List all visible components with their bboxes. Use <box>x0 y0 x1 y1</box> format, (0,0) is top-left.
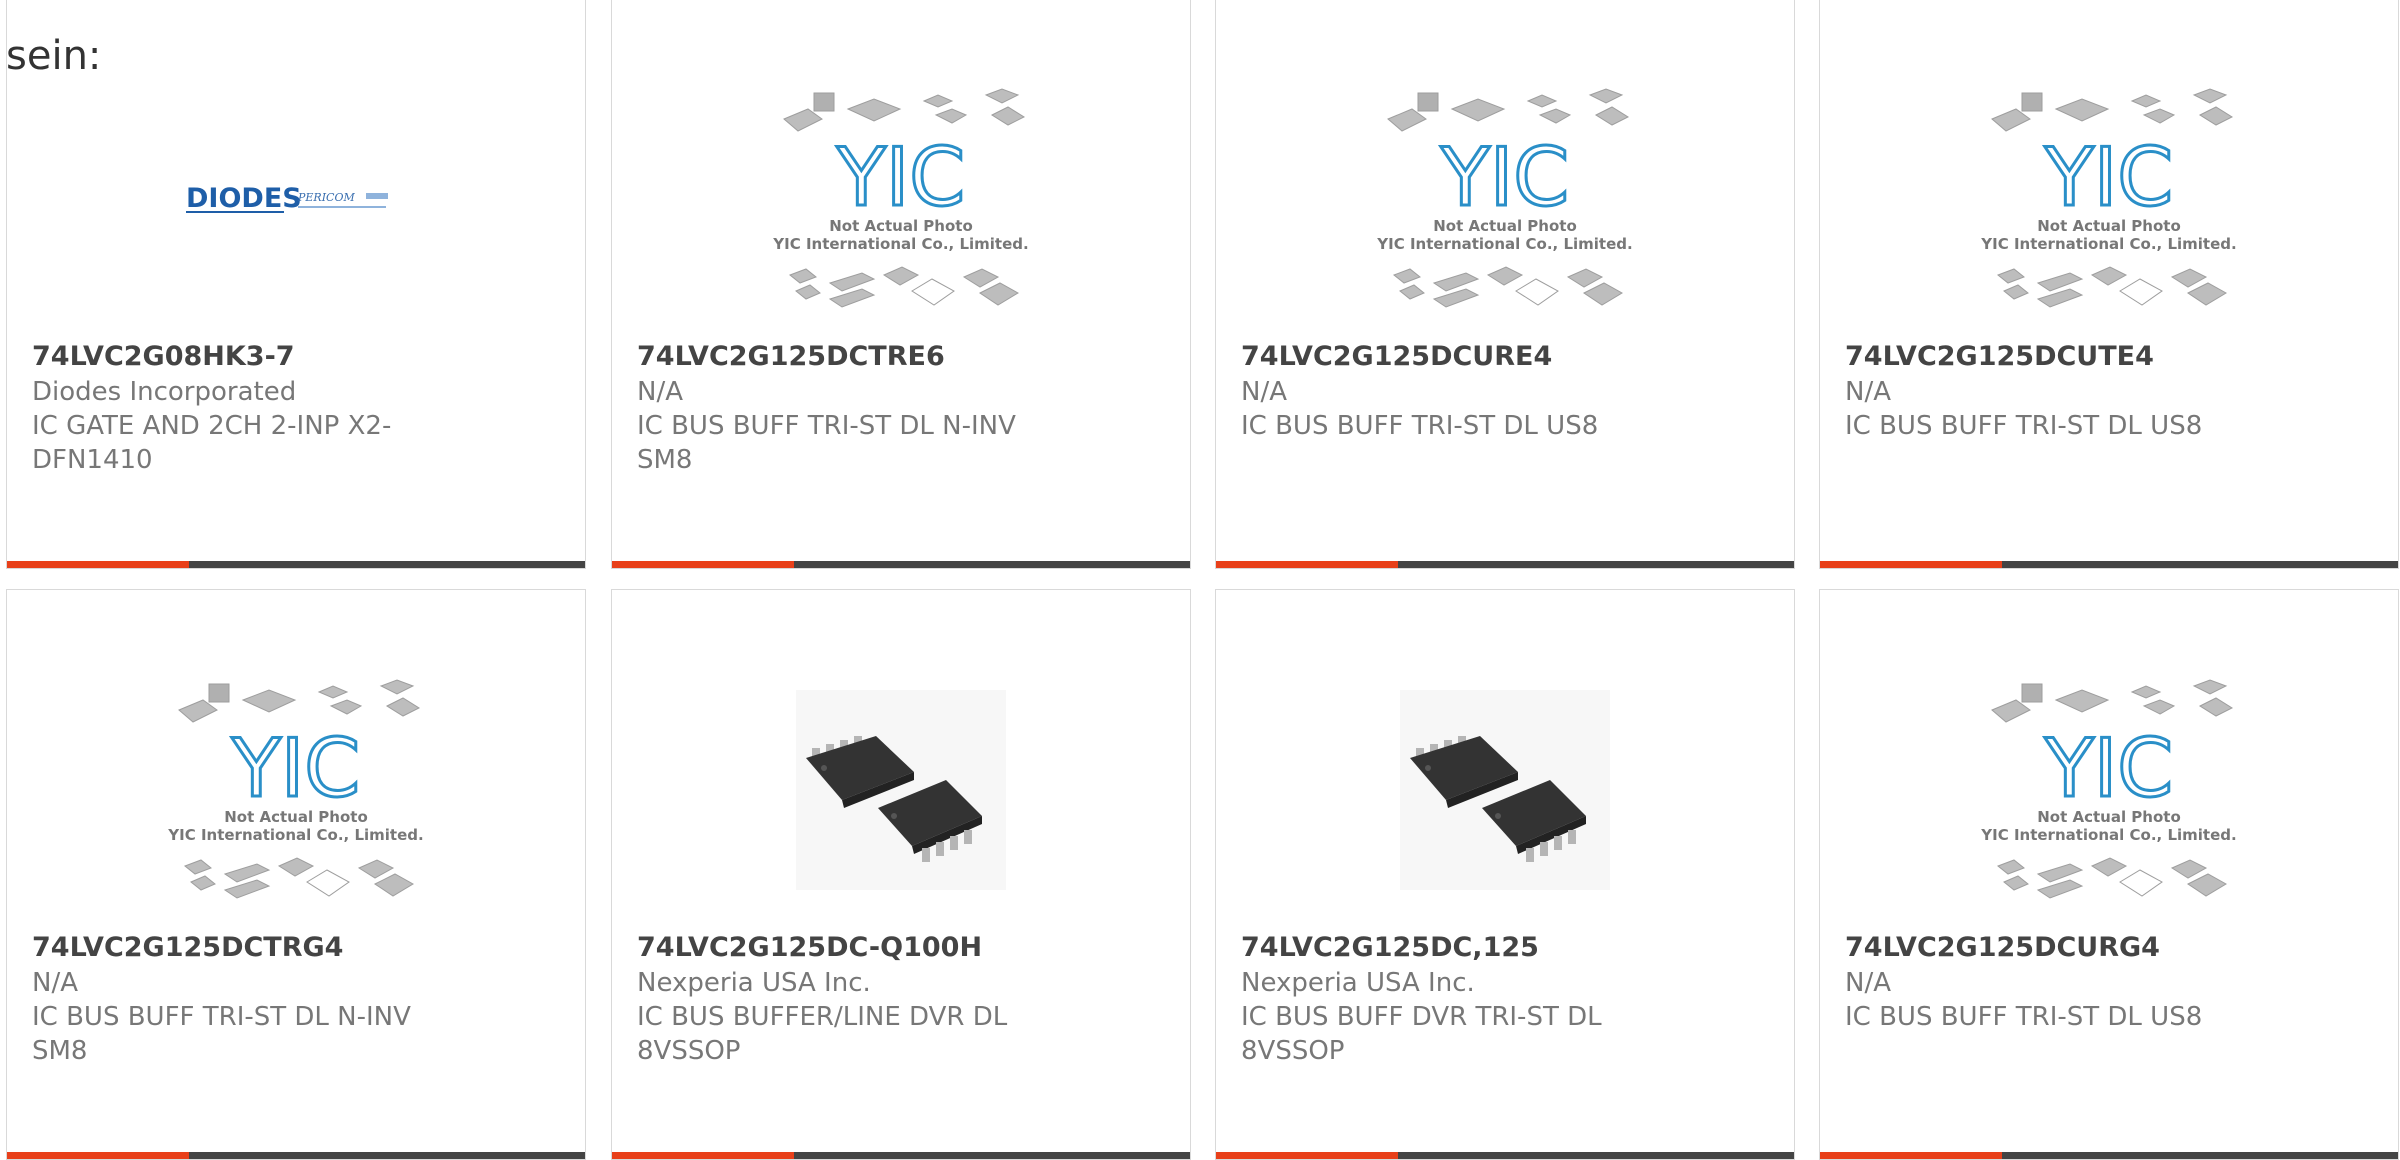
placeholder-line1: Not Actual Photo <box>2037 808 2181 826</box>
card-bottom-bar <box>1216 1152 1794 1159</box>
product-image[interactable]: YIC Not Actual Photo YIC International C… <box>1820 650 2398 930</box>
not-actual-photo-placeholder: YIC Not Actual Photo YIC International C… <box>1376 88 1633 308</box>
description: IC BUS BUFF TRI-ST DL N-INV SM8 <box>32 1002 411 1066</box>
manufacturer: N/A <box>1845 377 1891 407</box>
card-bottom-bar <box>1216 561 1794 568</box>
product-grid: DIODES PERICOM 74LVC2G08HK3-7 Diodes Inc… <box>0 0 2400 1160</box>
description: IC BUS BUFF TRI-ST DL US8 <box>1845 411 2203 441</box>
card-accent-bar <box>7 1152 189 1159</box>
product-image[interactable] <box>1216 650 1794 930</box>
card-bottom-bar <box>7 561 585 568</box>
placeholder-line2: YIC International Co., Limited. <box>1980 826 2236 844</box>
card-accent-bar <box>1820 561 2002 568</box>
yic-logo-icon: YIC <box>2044 131 2173 224</box>
card-accent-bar <box>1216 1152 1398 1159</box>
product-image[interactable] <box>612 650 1190 930</box>
product-card[interactable]: YIC Not Actual Photo YIC International C… <box>6 589 586 1160</box>
product-card[interactable]: 74LVC2G125DC-Q100H Nexperia USA Inc. IC … <box>611 589 1191 1160</box>
part-number-link[interactable]: 74LVC2G125DC,125 <box>1241 930 1769 966</box>
manufacturer: N/A <box>32 968 78 998</box>
not-actual-photo-placeholder: YIC Not Actual Photo YIC International C… <box>1980 679 2237 899</box>
description: IC BUS BUFF TRI-ST DL US8 <box>1241 411 1599 441</box>
yic-logo-icon: YIC <box>1440 131 1569 224</box>
product-image[interactable]: DIODES PERICOM <box>7 59 585 339</box>
manufacturer: Diodes Incorporated <box>32 377 297 407</box>
description: IC BUS BUFFER/LINE DVR DL 8VSSOP <box>637 1002 1008 1066</box>
placeholder-line2: YIC International Co., Limited. <box>1980 235 2236 253</box>
description: IC BUS BUFF TRI-ST DL US8 <box>1845 1002 2203 1032</box>
not-actual-photo-placeholder: YIC Not Actual Photo YIC International C… <box>1980 88 2237 308</box>
manufacturer: Nexperia USA Inc. <box>1241 968 1475 998</box>
pericom-logo-text: PERICOM <box>297 191 355 204</box>
part-number-link[interactable]: 74LVC2G125DCURG4 <box>1845 930 2373 966</box>
part-number-link[interactable]: 74LVC2G125DCURE4 <box>1241 339 1769 375</box>
placeholder-line1: Not Actual Photo <box>2037 217 2181 235</box>
card-bottom-bar <box>1820 1152 2398 1159</box>
part-number-link[interactable]: 74LVC2G08HK3-7 <box>32 339 560 375</box>
yic-logo-icon: YIC <box>2044 722 2173 815</box>
part-number-link[interactable]: 74LVC2G125DCUTE4 <box>1845 339 2373 375</box>
part-number-link[interactable]: 74LVC2G125DC-Q100H <box>637 930 1165 966</box>
card-bottom-bar <box>1820 561 2398 568</box>
part-number-link[interactable]: 74LVC2G125DCTRE6 <box>637 339 1165 375</box>
product-card[interactable]: YIC Not Actual Photo YIC International C… <box>611 0 1191 569</box>
not-actual-photo-placeholder: YIC Not Actual Photo YIC International C… <box>772 88 1029 308</box>
product-card[interactable]: 74LVC2G125DC,125 Nexperia USA Inc. IC BU… <box>1215 589 1795 1160</box>
manufacturer: N/A <box>1241 377 1287 407</box>
product-card[interactable]: YIC Not Actual Photo YIC International C… <box>1819 0 2399 569</box>
diodes-pericom-logo: DIODES PERICOM <box>186 183 388 214</box>
card-accent-bar <box>612 1152 794 1159</box>
product-image[interactable]: YIC Not Actual Photo YIC International C… <box>612 59 1190 339</box>
placeholder-line1: Not Actual Photo <box>1433 217 1577 235</box>
card-bottom-bar <box>7 1152 585 1159</box>
part-number-link[interactable]: 74LVC2G125DCTRG4 <box>32 930 560 966</box>
card-bottom-bar <box>612 561 1190 568</box>
product-image[interactable]: YIC Not Actual Photo YIC International C… <box>7 650 585 930</box>
product-card[interactable]: YIC Not Actual Photo YIC International C… <box>1215 0 1795 569</box>
manufacturer: N/A <box>637 377 683 407</box>
vssop-chip-photo <box>796 690 1006 890</box>
card-bottom-bar <box>612 1152 1190 1159</box>
manufacturer: Nexperia USA Inc. <box>637 968 871 998</box>
card-accent-bar <box>612 561 794 568</box>
product-card[interactable]: YIC Not Actual Photo YIC International C… <box>1819 589 2399 1160</box>
product-image[interactable]: YIC Not Actual Photo YIC International C… <box>1216 59 1794 339</box>
card-accent-bar <box>1216 561 1398 568</box>
not-actual-photo-placeholder: YIC Not Actual Photo YIC International C… <box>167 679 424 899</box>
placeholder-line2: YIC International Co., Limited. <box>772 235 1028 253</box>
placeholder-line1: Not Actual Photo <box>829 217 973 235</box>
page-prefix-text: sein: <box>6 33 102 79</box>
product-card[interactable]: DIODES PERICOM 74LVC2G08HK3-7 Diodes Inc… <box>6 0 586 569</box>
vssop-chip-photo <box>1400 690 1610 890</box>
placeholder-line2: YIC International Co., Limited. <box>1376 235 1632 253</box>
diodes-logo-text: DIODES <box>186 183 302 214</box>
yic-logo-icon: YIC <box>836 131 965 224</box>
description: IC BUS BUFF TRI-ST DL N-INV SM8 <box>637 411 1016 475</box>
manufacturer: N/A <box>1845 968 1891 998</box>
yic-logo-icon: YIC <box>231 722 360 815</box>
product-image[interactable]: YIC Not Actual Photo YIC International C… <box>1820 59 2398 339</box>
card-accent-bar <box>7 561 189 568</box>
placeholder-line1: Not Actual Photo <box>224 808 368 826</box>
description: IC BUS BUFF DVR TRI-ST DL 8VSSOP <box>1241 1002 1602 1066</box>
card-accent-bar <box>1820 1152 2002 1159</box>
placeholder-line2: YIC International Co., Limited. <box>167 826 423 844</box>
description: IC GATE AND 2CH 2-INP X2-DFN1410 <box>32 411 392 475</box>
